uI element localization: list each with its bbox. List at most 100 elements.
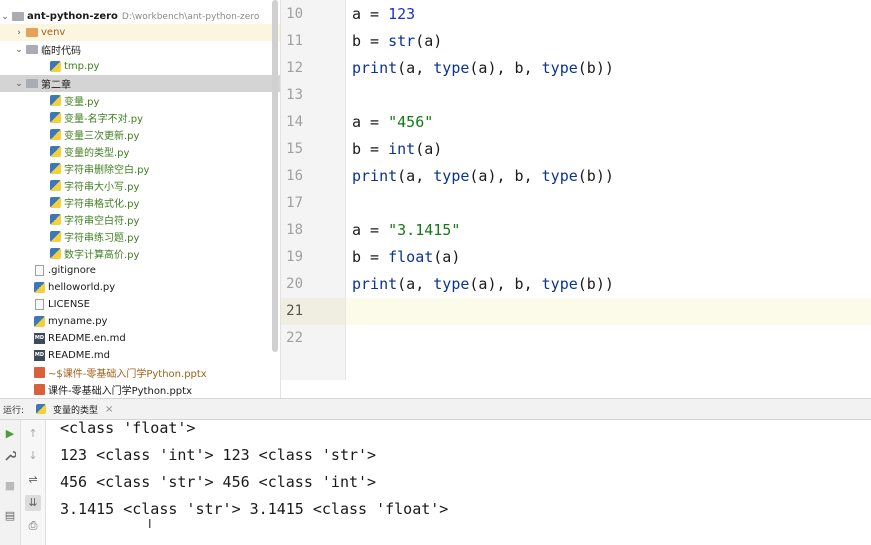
tree-item-label: 变量-名字不对.py (64, 114, 144, 125)
tree-item-file[interactable]: 变量.py (0, 92, 280, 109)
code-line[interactable]: a = "3.1415" (352, 217, 460, 244)
tree-item-label: ~$课件-零基础入门学Python.pptx (48, 369, 207, 380)
line-number: 18 (286, 222, 303, 238)
line-number: 10 (286, 6, 303, 22)
tree-item-pptx-temp[interactable]: ~$课件-零基础入门学Python.pptx (0, 364, 280, 381)
tree-item-label: 字符串格式化.py (64, 199, 140, 210)
tree-item-pptx[interactable]: 课件-零基础入门学Python.pptx (0, 381, 280, 398)
code-token: type (541, 59, 578, 77)
code-token: (a), b, (469, 167, 542, 185)
python-file-icon (50, 214, 61, 225)
layout-icon[interactable]: ▤ (2, 508, 18, 524)
tree-item-label: 字符串练习题.py (64, 233, 140, 244)
python-file-icon (50, 248, 61, 259)
tree-root-path: D:\workbench\ant-python-zero (121, 11, 260, 22)
chevron-down-icon[interactable]: ⌄ (14, 45, 24, 55)
code-line[interactable]: b = float(a) (352, 244, 460, 271)
line-number: 17 (286, 195, 303, 211)
code-line[interactable]: b = str(a) (352, 28, 442, 55)
line-number: 12 (286, 60, 303, 76)
code-token: (b)) (577, 275, 614, 293)
tree-item-file[interactable]: 字符串空白符.py (0, 211, 280, 228)
chevron-right-icon[interactable]: › (14, 28, 24, 38)
tree-item-label: 临时代码 (41, 46, 81, 57)
tree-item-gitignore[interactable]: .gitignore (0, 262, 280, 279)
tree-item-file[interactable]: 字符串格式化.py (0, 194, 280, 211)
code-token: float (388, 248, 434, 266)
line-number: 19 (286, 249, 303, 265)
code-line[interactable]: print(a, type(a), b, type(b)) (352, 271, 614, 298)
close-icon[interactable]: × (105, 404, 113, 415)
code-line[interactable]: b = int(a) (352, 136, 442, 163)
run-toolbar-secondary: ↑ ↓ ⇌ ⇊ ⎙ (21, 420, 46, 545)
tree-item-label: 字符串空白符.py (64, 216, 140, 227)
code-token: type (433, 167, 470, 185)
tree-item-label: .gitignore (48, 265, 96, 276)
code-line[interactable]: print(a, type(a), b, type(b)) (352, 55, 614, 82)
tree-item-label: helloworld.py (48, 282, 116, 293)
wrench-icon[interactable] (2, 450, 18, 466)
code-token: (a) (415, 32, 443, 50)
tree-scrollbar[interactable] (272, 0, 278, 352)
code-token: a = (352, 113, 389, 131)
tree-item-myname[interactable]: myname.py (0, 313, 280, 330)
tree-item-label: 数字计算高价.py (64, 250, 140, 261)
tree-item-label: 课件-零基础入门学Python.pptx (48, 386, 192, 397)
python-file-icon (36, 404, 46, 414)
python-file-icon (34, 282, 45, 293)
tree-item-file[interactable]: 字符串练习题.py (0, 228, 280, 245)
folder-icon (12, 12, 24, 21)
tree-item-tmp[interactable]: tmp.py (0, 58, 280, 75)
chevron-down-icon[interactable]: ⌄ (14, 79, 24, 89)
tree-item-readme-en[interactable]: MD README.en.md (0, 330, 280, 347)
line-number: 21 (286, 303, 303, 319)
tree-item-helloworld[interactable]: helloworld.py (0, 279, 280, 296)
tree-item-license[interactable]: LICENSE (0, 296, 280, 313)
tree-item-venv[interactable]: › venv (0, 24, 280, 41)
python-file-icon (50, 95, 61, 106)
up-arrow-icon[interactable]: ↑ (25, 426, 41, 442)
code-token: (a, (397, 167, 434, 185)
soft-wrap-icon[interactable]: ⇌ (25, 472, 41, 488)
tree-item-readme[interactable]: MD README.md (0, 347, 280, 364)
tree-item-file[interactable]: 变量-名字不对.py (0, 109, 280, 126)
tree-root[interactable]: ⌄ ant-python-zero D:\workbench\ant-pytho… (0, 8, 280, 25)
code-line[interactable]: print(a, type(a), b, type(b)) (352, 163, 614, 190)
tree-item-file[interactable]: 字符串大小写.py (0, 177, 280, 194)
tree-item-chapter2[interactable]: ⌄ 第二章 (0, 75, 280, 92)
tree-item-label: README.md (48, 350, 111, 361)
tree-item-file[interactable]: 数字计算高价.py (0, 245, 280, 262)
tree-item-file[interactable]: 变量的类型.py (0, 143, 280, 160)
stop-icon[interactable]: ■ (2, 478, 18, 494)
python-file-icon (50, 231, 61, 242)
code-token: "456" (388, 113, 434, 131)
line-number: 22 (286, 330, 303, 346)
powerpoint-icon (34, 384, 45, 395)
scroll-to-end-icon[interactable]: ⇊ (25, 495, 41, 511)
python-file-icon (50, 146, 61, 157)
chevron-down-icon[interactable]: ⌄ (0, 12, 10, 22)
console-output-line: 3.1415 <class 'str'> 3.1415 <class 'floa… (60, 500, 449, 518)
tree-item-label: 字符串删除空白.py (64, 165, 150, 176)
code-line[interactable]: a = 123 (352, 1, 415, 28)
run-tab-label: 变量的类型 (53, 405, 99, 416)
run-label: 运行: (3, 406, 25, 416)
tree-item-label: tmp.py (64, 61, 100, 72)
tree-root-label: ant-python-zero (27, 11, 118, 22)
code-line[interactable]: a = "456" (352, 109, 433, 136)
python-file-icon (50, 61, 61, 72)
markdown-icon: MD (34, 350, 45, 361)
folder-icon (26, 79, 38, 88)
project-tree: ⌄ ant-python-zero D:\workbench\ant-pytho… (0, 0, 281, 398)
python-file-icon (50, 197, 61, 208)
down-arrow-icon[interactable]: ↓ (25, 448, 41, 464)
run-toolbar-primary: ▶ ■ ▤ (0, 420, 21, 545)
code-token: b = (352, 248, 389, 266)
print-icon[interactable]: ⎙ (25, 518, 41, 534)
tree-item-temp-code[interactable]: ⌄ 临时代码 (0, 41, 280, 58)
tree-item-file[interactable]: 字符串删除空白.py (0, 160, 280, 177)
tree-item-file[interactable]: 变量三次更新.py (0, 126, 280, 143)
console-output-line: 123 <class 'int'> 123 <class 'str'> (60, 446, 377, 464)
code-token: (a, (397, 59, 434, 77)
run-icon[interactable]: ▶ (2, 426, 18, 442)
